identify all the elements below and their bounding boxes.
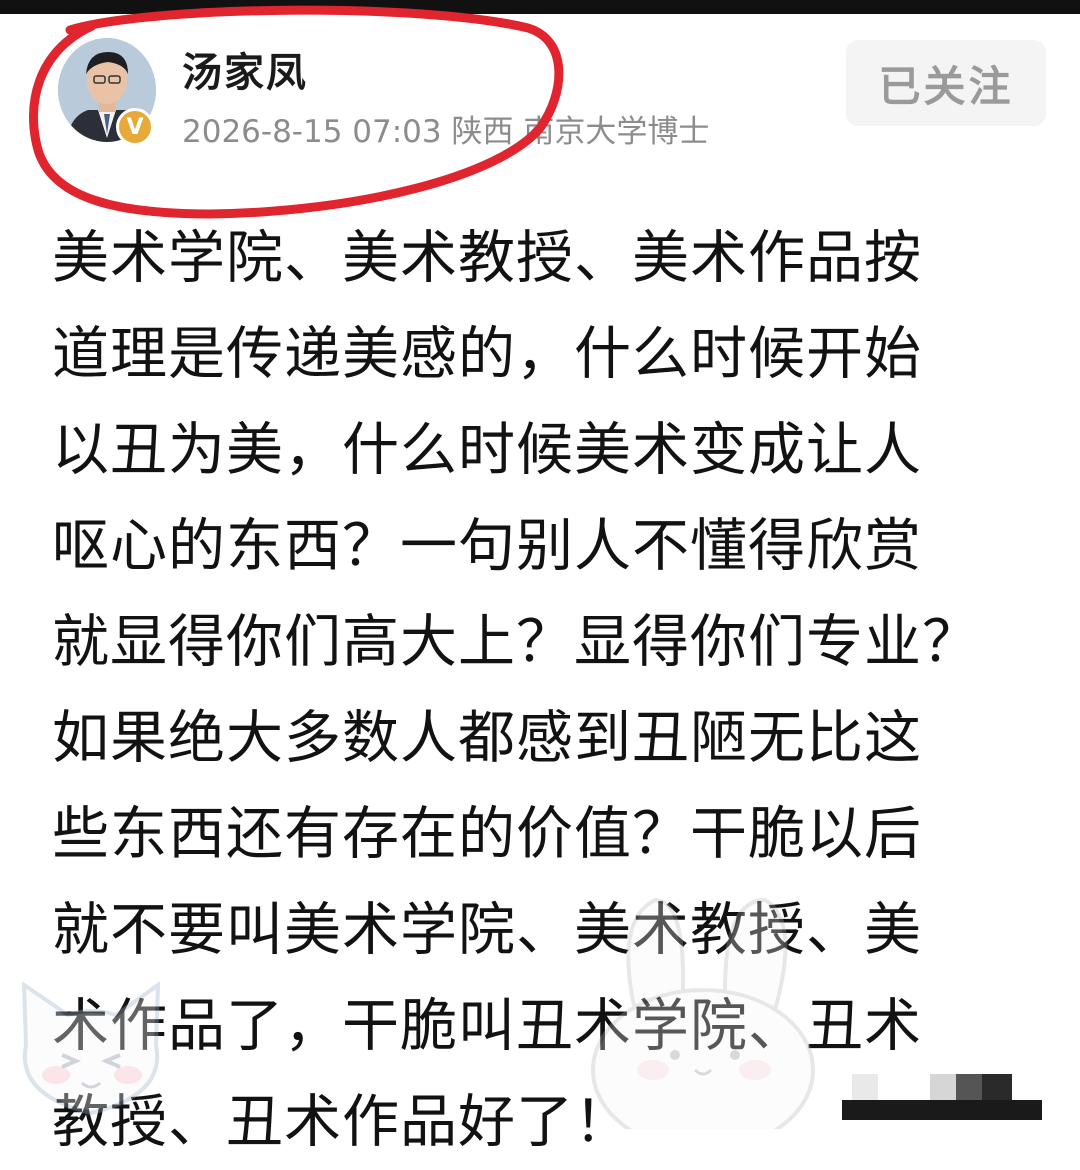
follow-button[interactable]: 已关注 xyxy=(846,40,1046,126)
red-highlight-circle xyxy=(29,5,564,219)
post-line: 以丑为美，什么时候美术变成让人 xyxy=(52,417,922,483)
post-line: 就不要叫美术学院、美术教授、美 xyxy=(52,897,922,963)
post-line: 美术学院、美术教授、美术作品按 xyxy=(52,225,922,291)
post-line: 呕心的东西？一句别人不懂得欣赏 xyxy=(52,513,922,579)
cat-sticker-icon xyxy=(21,981,161,1116)
bunny-sticker-icon xyxy=(591,897,815,1129)
mosaic-redaction xyxy=(842,1074,1042,1120)
post-body: 美术学院、美术教授、美术作品按 道理是传递美感的，什么时候开始 以丑为美，什么时… xyxy=(52,210,1062,1170)
post-line: 就显得你们高大上？显得你们专业？ xyxy=(52,609,980,675)
post-line: 道理是传递美感的，什么时候开始 xyxy=(52,321,922,387)
post-line: 些东西还有存在的价值？干脆以后 xyxy=(52,801,922,867)
post-line: 如果绝大多数人都感到丑陋无比这 xyxy=(52,705,922,771)
post-line: 术作品了，干脆叫丑术学院、丑术 xyxy=(52,993,922,1059)
